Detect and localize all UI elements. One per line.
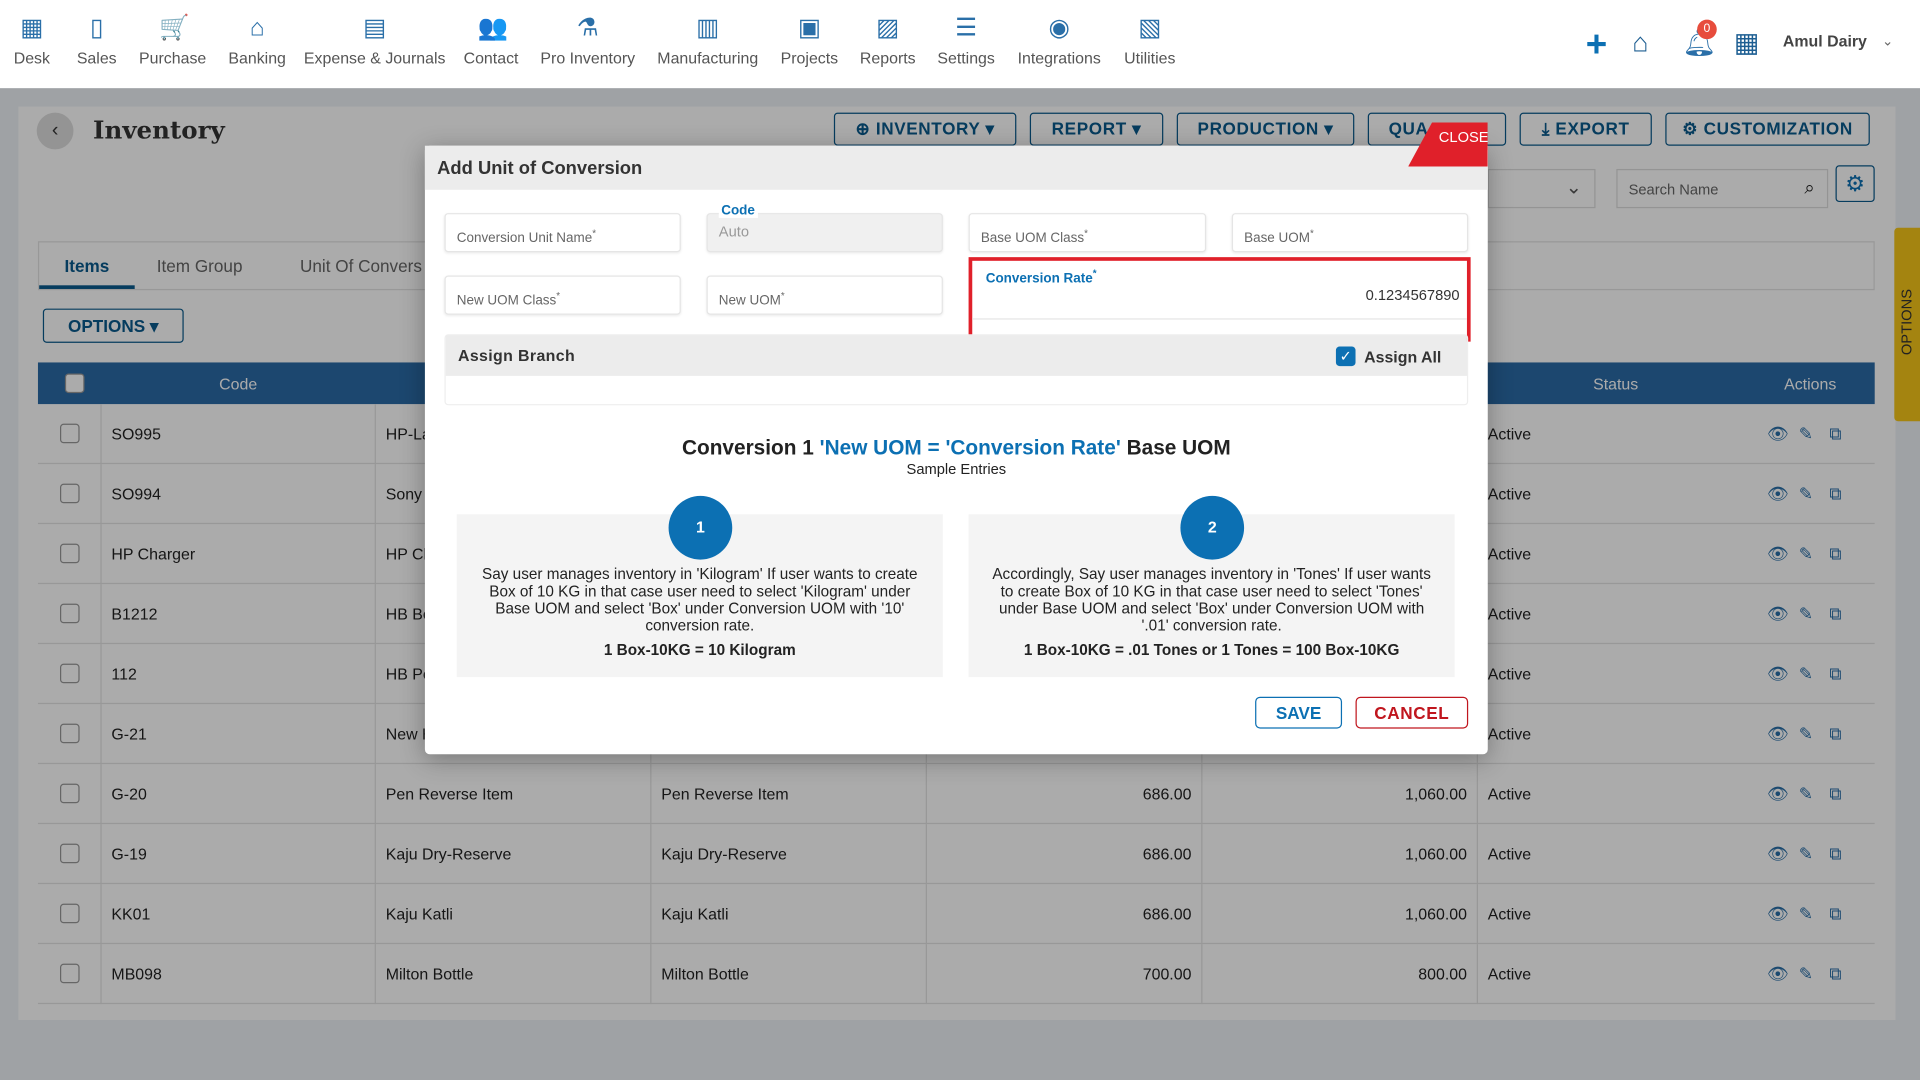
conversion-rate-highlight: 0.1234567890 Conversion Rate* bbox=[968, 257, 1471, 342]
contact-icon: 👥 bbox=[477, 14, 509, 42]
conversion-rate-input[interactable]: 0.1234567890 bbox=[972, 280, 1467, 320]
base-uom-field[interactable]: Base UOM* bbox=[1231, 213, 1469, 253]
assign-branch-label: Assign Branch bbox=[457, 346, 576, 365]
journal-icon: ▤ bbox=[363, 14, 387, 42]
assign-all-label[interactable]: Assign All bbox=[1364, 348, 1441, 366]
conversion-unit-name-field[interactable]: Conversion Unit Name* bbox=[444, 213, 681, 253]
step-badge-2: 2 bbox=[1180, 495, 1245, 560]
add-unit-of-conversion-modal: Add Unit of Conversion CLOSE Conversion … bbox=[424, 122, 1488, 755]
nav-label: Banking bbox=[228, 48, 286, 68]
integrations-icon: ◉ bbox=[1048, 14, 1070, 42]
nav-label: Contact bbox=[463, 48, 519, 68]
conversion-rate-label: Conversion Rate* bbox=[982, 268, 1101, 287]
new-uom-field[interactable]: New UOM* bbox=[706, 275, 943, 315]
cart-icon: 🛒 bbox=[159, 14, 190, 42]
assign-all-checkbox[interactable]: ✓ bbox=[1335, 346, 1356, 367]
sliders-icon: ☰ bbox=[955, 14, 978, 42]
nav-label: Utilities bbox=[1124, 48, 1176, 68]
utilities-icon: ▧ bbox=[1138, 14, 1162, 42]
cancel-button[interactable]: CANCEL bbox=[1355, 696, 1469, 729]
code-field: Auto bbox=[706, 213, 943, 253]
modal-title: Add Unit of Conversion bbox=[424, 145, 1488, 190]
chevron-down-icon[interactable]: ⌄ bbox=[1882, 33, 1893, 49]
add-icon[interactable]: + bbox=[1586, 24, 1607, 66]
notification-badge: 0 bbox=[1697, 19, 1717, 40]
new-uom-class-field[interactable]: New UOM Class* bbox=[444, 275, 681, 315]
bank-icon[interactable]: ⌂ bbox=[1632, 27, 1648, 59]
factory-icon: ▥ bbox=[696, 14, 720, 42]
assign-branch-section: Assign Branch ✓ Assign All bbox=[444, 334, 1469, 406]
inventory-icon: ⚗ bbox=[576, 14, 599, 42]
company-name[interactable]: Amul Dairy bbox=[1783, 32, 1867, 50]
save-button[interactable]: SAVE bbox=[1255, 696, 1343, 729]
code-label: Code bbox=[718, 203, 758, 218]
apps-grid-icon[interactable]: ▦ bbox=[1734, 27, 1759, 59]
bank-icon: ⌂ bbox=[249, 14, 265, 42]
step-badge-1: 1 bbox=[668, 495, 733, 560]
sample-entries-label: Sample Entries bbox=[906, 460, 1007, 478]
base-uom-class-field[interactable]: Base UOM Class* bbox=[968, 213, 1207, 253]
conversion-formula: Conversion 1 'New UOM = 'Conversion Rate… bbox=[681, 435, 1231, 460]
nav-label: Pro Inventory bbox=[540, 48, 636, 68]
nav-utilities[interactable]: ▧ Utilities bbox=[1076, 15, 1223, 68]
